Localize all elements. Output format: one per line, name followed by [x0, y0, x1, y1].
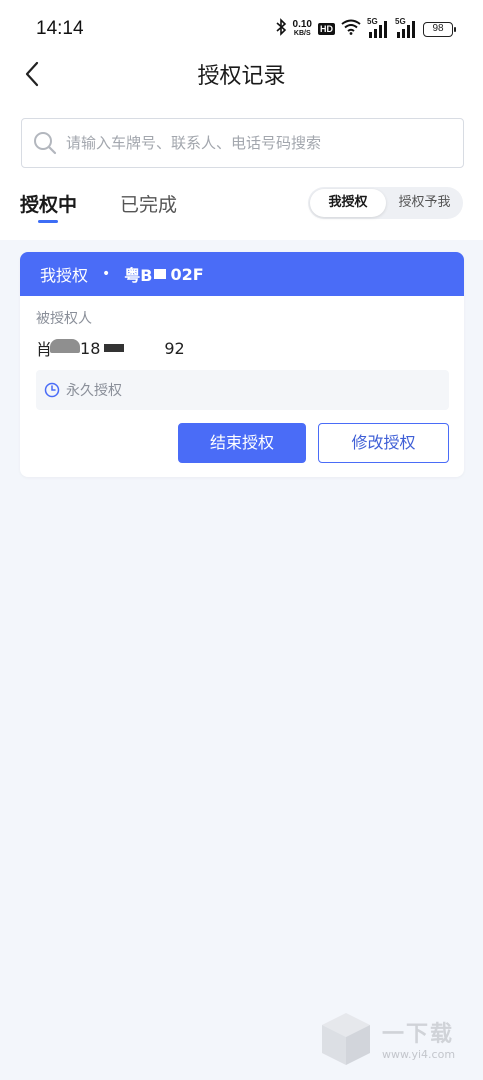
status-bar: 14:14 0.10 KB/S HD 5G 5G 98: [0, 0, 483, 58]
card-header: 我授权 • 粤B 02F: [20, 252, 464, 296]
signal-icon-2: 5G: [395, 17, 417, 39]
separator-dot: •: [102, 266, 111, 282]
page-title: 授权记录: [197, 64, 286, 89]
grantee-phone-prefix: 18: [80, 338, 101, 358]
tab-completed[interactable]: 已完成: [120, 190, 177, 217]
plate-prefix: 粤B: [124, 266, 153, 285]
edit-authorization-button[interactable]: 修改授权: [318, 423, 449, 463]
tab-indicator: [38, 220, 58, 223]
hd-icon: HD: [318, 23, 335, 35]
grantee-phone-suffix: 92: [164, 338, 185, 358]
role-segment: 我授权 授权予我: [308, 187, 463, 219]
validity-row: 永久授权: [36, 370, 449, 410]
phone-redaction: [104, 344, 125, 352]
network-speed-value: 0.10: [292, 19, 312, 30]
search-input[interactable]: [66, 134, 446, 152]
watermark-brand: 一下载: [382, 1021, 455, 1047]
battery-icon: 98: [423, 21, 456, 37]
wifi-icon: [341, 19, 361, 39]
grantee-label: 被授权人: [36, 311, 92, 327]
bluetooth-icon: [275, 18, 287, 40]
watermark: 一下载 www.yi4.com: [318, 1008, 468, 1068]
signal-icon: 5G: [367, 17, 389, 39]
segment-my-grants[interactable]: 我授权: [310, 189, 386, 217]
card-type-label: 我授权: [40, 266, 89, 285]
network-speed: 0.10 KB/S: [293, 20, 312, 38]
watermark-site: www.yi4.com: [382, 1047, 456, 1061]
validity-text: 永久授权: [66, 383, 122, 399]
plate-suffix: 02F: [170, 264, 204, 284]
grantee-info: 肖 18 92: [36, 336, 185, 360]
end-authorization-button[interactable]: 结束授权: [178, 423, 306, 463]
tab-authorizing[interactable]: 授权中: [20, 190, 77, 217]
plate-redaction: [154, 269, 167, 279]
plate-number: 粤B 02F: [124, 262, 203, 286]
status-icons: 0.10 KB/S HD 5G 5G 98: [275, 17, 456, 40]
network-speed-unit: KB/S: [293, 30, 311, 37]
status-time: 14:14: [36, 18, 84, 39]
authorization-card: 我授权 • 粤B 02F 被授权人 肖 18 92 永久授权 结束授权 修改授权: [20, 252, 464, 477]
search-icon: [34, 132, 57, 155]
cube-logo-icon: [322, 1013, 370, 1065]
search-box[interactable]: [21, 118, 464, 168]
watermark-text: 一下载 www.yi4.com: [382, 1016, 455, 1061]
name-redaction: [50, 339, 81, 353]
clock-icon: [44, 382, 60, 398]
segment-granted-to-me[interactable]: 授权予我: [388, 189, 461, 217]
